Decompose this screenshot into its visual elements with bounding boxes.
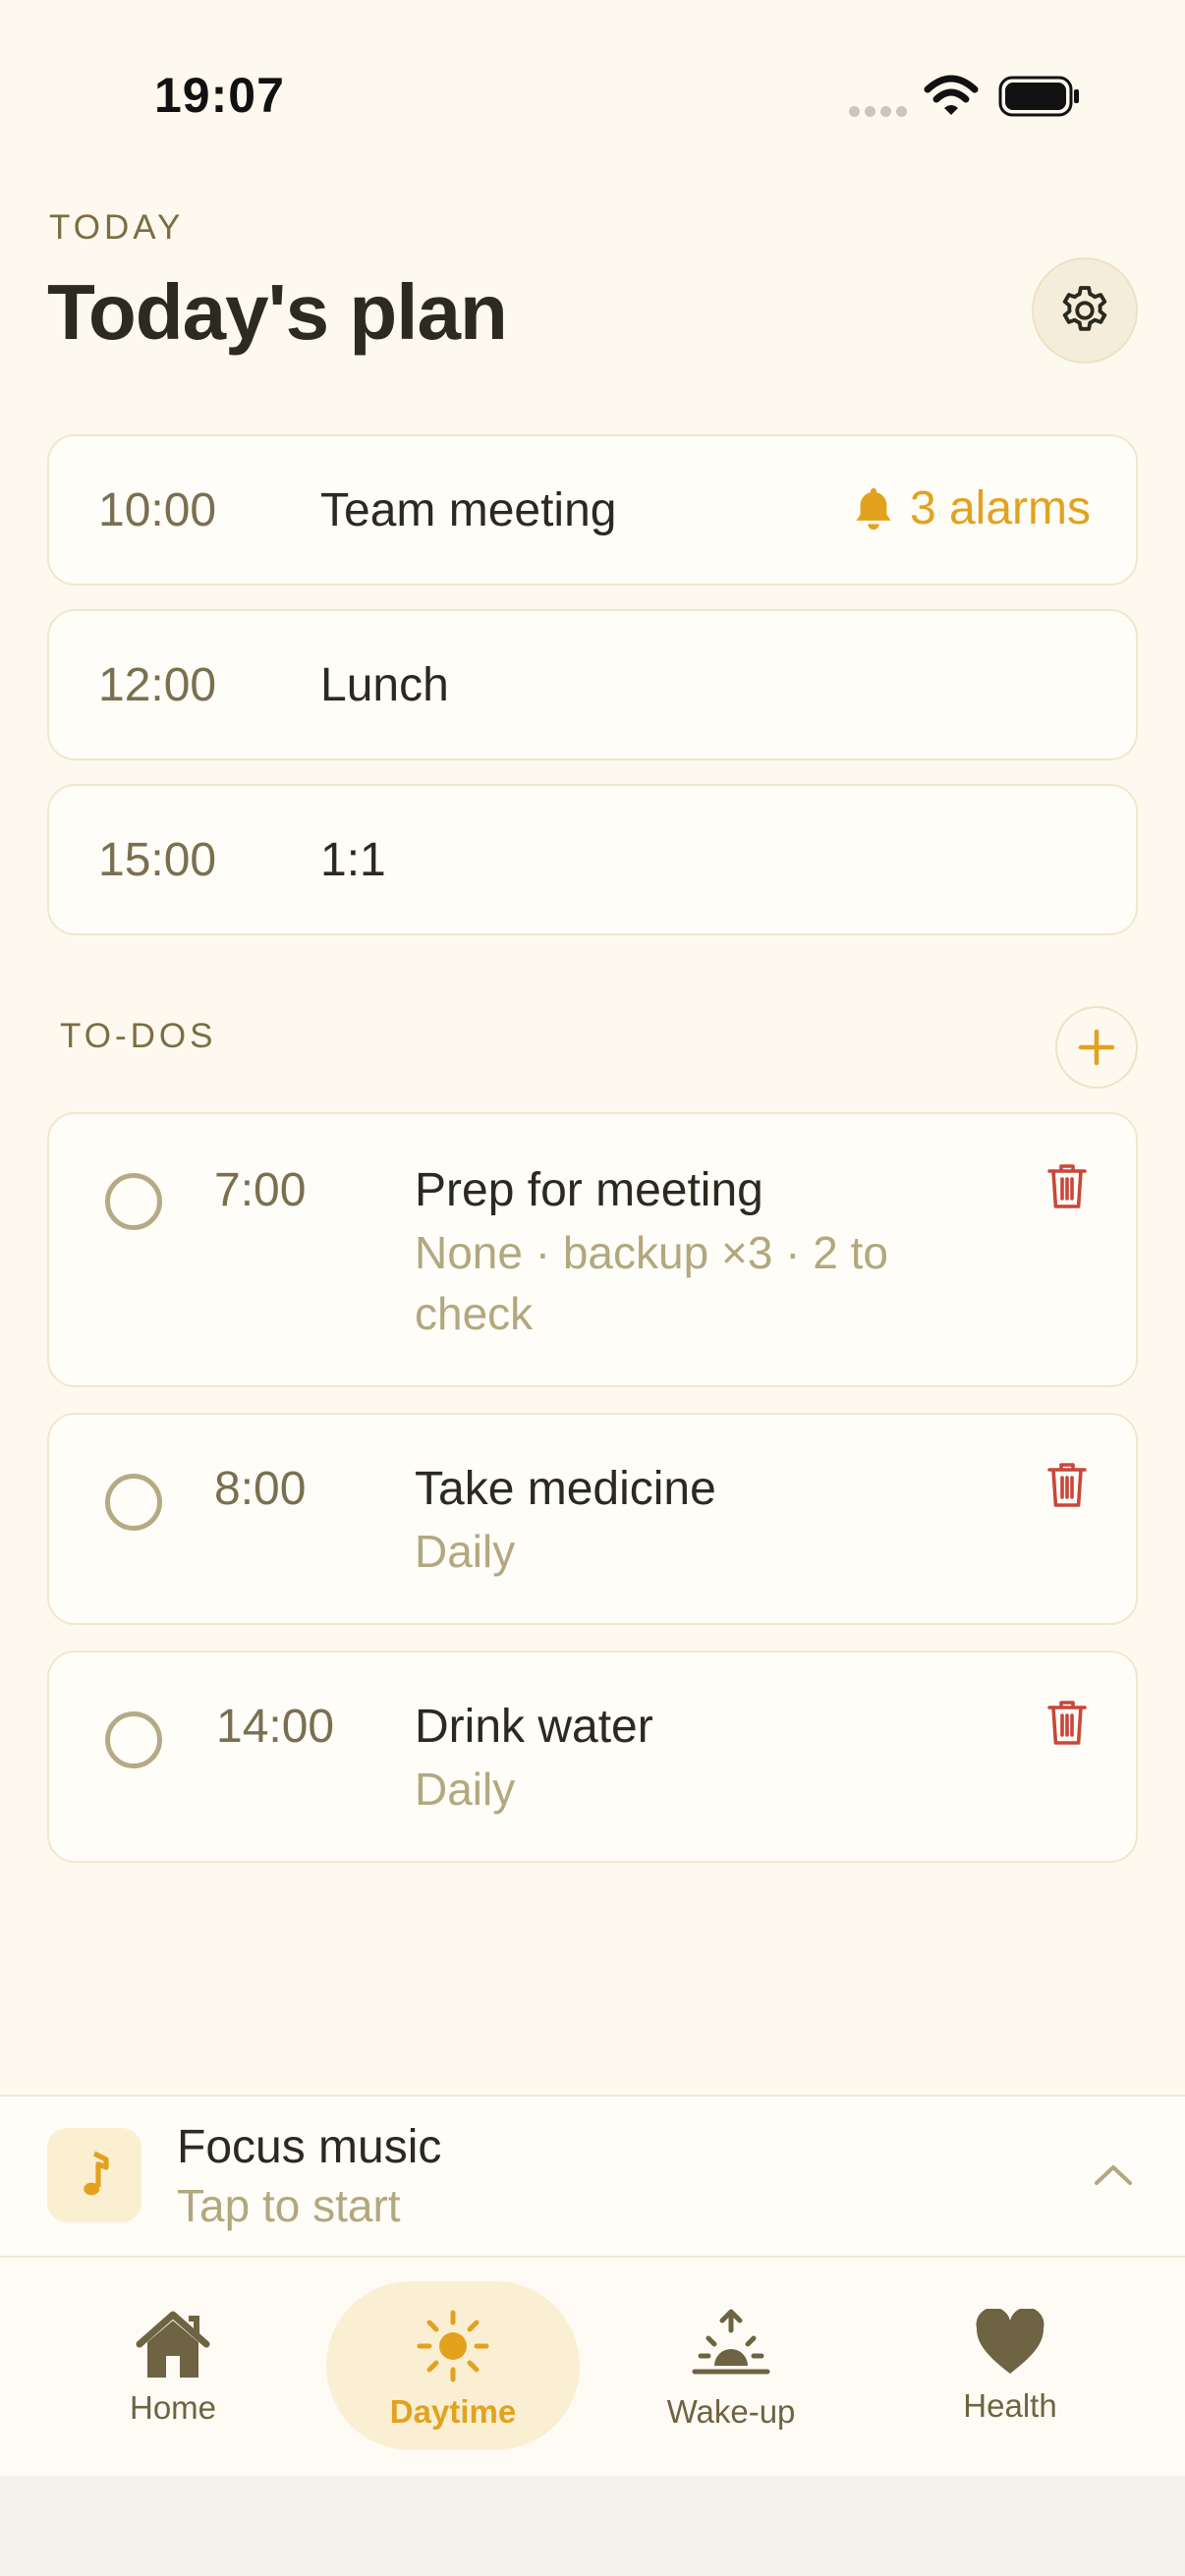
gear-icon [1062,286,1107,331]
heart-icon [976,2309,1044,2374]
tab-home[interactable]: Home [116,2309,230,2427]
todo-item[interactable]: 7:00 Prep for meeting None · backup ×3 ·… [47,1112,1138,1387]
music-note-icon [47,2128,141,2222]
todo-subtitle: Daily [415,1764,516,1815]
todo-time: 14:00 [216,1701,335,1753]
tab-daytime[interactable]: Daytime [375,2309,531,2431]
todo-checkbox[interactable] [105,1474,162,1531]
tab-bar: Home Daytime Wake-up Health [0,2258,1185,2476]
plan-time: 10:00 [98,484,217,536]
home-icon [136,2311,210,2378]
tab-wake-up[interactable]: Wake-up [649,2309,814,2431]
page-title: Today's plan [47,268,508,356]
plan-item[interactable]: 15:00 1:1 [47,784,1138,935]
plus-icon [1078,1029,1115,1066]
todo-subtitle: Daily [415,1526,516,1577]
todo-checkbox[interactable] [105,1711,162,1768]
trash-icon[interactable] [1045,1161,1089,1212]
battery-icon [998,74,1081,124]
chevron-up-icon[interactable] [1091,2159,1136,2189]
home-indicator-area [0,2476,1185,2576]
bell-icon [856,487,891,530]
player-subtitle: Tap to start [177,2180,401,2231]
player-title: Focus music [177,2121,442,2173]
tab-label: Daytime [389,2393,517,2430]
plan-item[interactable]: 12:00 Lunch [47,609,1138,760]
tab-health[interactable]: Health [949,2309,1071,2425]
todo-title: Prep for meeting [415,1164,763,1216]
trash-icon[interactable] [1045,1698,1089,1749]
tab-label: Wake-up [666,2393,796,2430]
status-time: 19:07 [154,68,285,123]
todo-subtitle: None · backup ×3 · 2 to check [415,1227,889,1339]
todo-title: Take medicine [415,1463,716,1515]
todo-item[interactable]: 14:00 Drink water Daily [47,1651,1138,1863]
alarm-count: 3 alarms [909,482,1091,534]
plan-item[interactable]: 10:00 Team meeting 3 alarms [47,434,1138,586]
sun-icon [417,2310,489,2382]
plan-time: 12:00 [98,659,217,711]
wifi-icon [924,74,979,124]
plan-title: Team meeting [320,484,617,536]
tab-label: Home [129,2389,217,2426]
todo-title: Drink water [415,1701,653,1753]
plan-title: Lunch [320,659,449,711]
todos-section-label: TO-DOS [60,1017,217,1055]
trash-icon[interactable] [1045,1460,1089,1511]
alarm-badge[interactable]: 3 alarms [851,481,1091,535]
add-todo-button[interactable] [1055,1006,1138,1089]
todo-time: 8:00 [214,1463,307,1515]
cellular-signal-icon [849,104,912,122]
todo-checkbox[interactable] [105,1173,162,1230]
focus-music-player[interactable]: Focus music Tap to start [0,2095,1185,2258]
todo-time: 7:00 [214,1164,307,1216]
plan-title: 1:1 [320,834,386,886]
plan-time: 15:00 [98,834,217,886]
section-kicker: TODAY [49,208,185,247]
todo-item[interactable]: 8:00 Take medicine Daily [47,1413,1138,1625]
tab-label: Health [963,2387,1057,2424]
settings-button[interactable] [1032,257,1138,364]
sunrise-icon [692,2309,770,2375]
